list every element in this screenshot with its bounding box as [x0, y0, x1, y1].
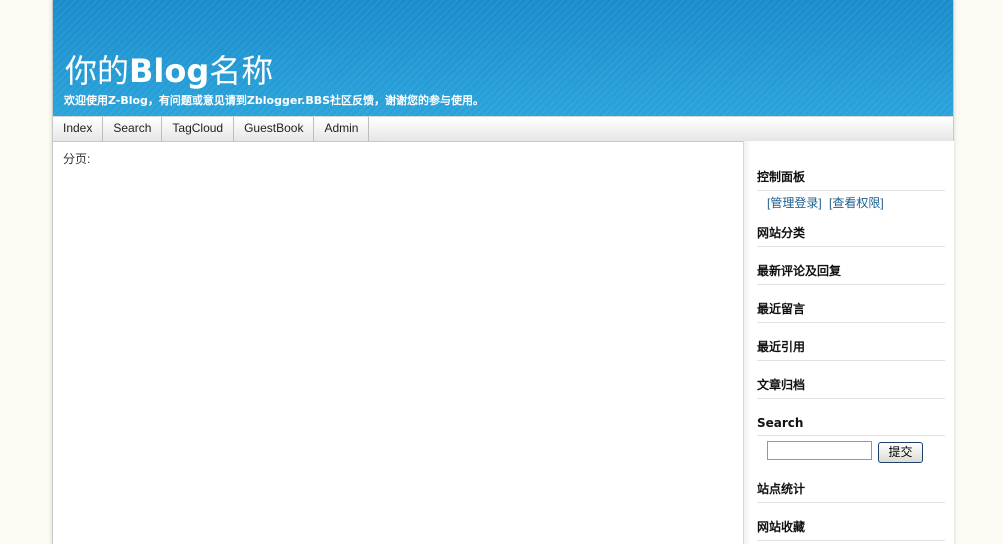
- main-nav: Index Search TagCloud GuestBook Admin: [53, 116, 953, 142]
- widget-title-recent-trackbacks: 最近引用: [757, 338, 945, 361]
- nav-item-guestbook[interactable]: GuestBook: [234, 117, 315, 141]
- widget-title-search: Search: [757, 416, 945, 436]
- site-header: 你的Blog名称 欢迎使用Z-Blog，有问题或意见请到Zblogger.BBS…: [53, 0, 953, 116]
- site-title-suffix: 名称: [209, 52, 274, 90]
- main-content: 分页:: [53, 141, 743, 544]
- widget-title-favorites: 网站收藏: [757, 518, 945, 541]
- page-container: 你的Blog名称 欢迎使用Z-Blog，有问题或意见请到Zblogger.BBS…: [53, 0, 954, 544]
- widget-title-site-stats: 站点统计: [757, 480, 945, 503]
- widget-title-categories: 网站分类: [757, 224, 945, 247]
- admin-login-link[interactable]: [管理登录]: [767, 196, 822, 210]
- nav-item-tagcloud[interactable]: TagCloud: [162, 117, 235, 141]
- site-title-prefix: 你的: [65, 52, 130, 90]
- site-title[interactable]: 你的Blog名称: [65, 46, 273, 92]
- nav-item-admin[interactable]: Admin: [314, 117, 370, 141]
- sidebar: 控制面板 [管理登录] [查看权限] 网站分类 最新评论及回复 最近留言 最近引…: [743, 141, 954, 544]
- nav-item-search[interactable]: Search: [103, 117, 163, 141]
- view-permissions-link[interactable]: [查看权限]: [829, 196, 884, 210]
- widget-title-recent-messages: 最近留言: [757, 300, 945, 323]
- pager-label: 分页:: [63, 152, 91, 166]
- control-panel-links: [管理登录] [查看权限]: [767, 194, 888, 211]
- site-title-blog: Blog: [129, 52, 210, 90]
- nav-item-index[interactable]: Index: [53, 117, 104, 141]
- widget-title-control-panel: 控制面板: [757, 168, 945, 191]
- search-input[interactable]: [767, 441, 872, 460]
- site-subtitle: 欢迎使用Z-Blog，有问题或意见请到Zblogger.BBS社区反馈，谢谢您的…: [64, 94, 485, 107]
- widget-title-latest-comments: 最新评论及回复: [757, 262, 945, 285]
- search-submit-button[interactable]: 提交: [878, 442, 923, 463]
- widget-title-archives: 文章归档: [757, 376, 945, 399]
